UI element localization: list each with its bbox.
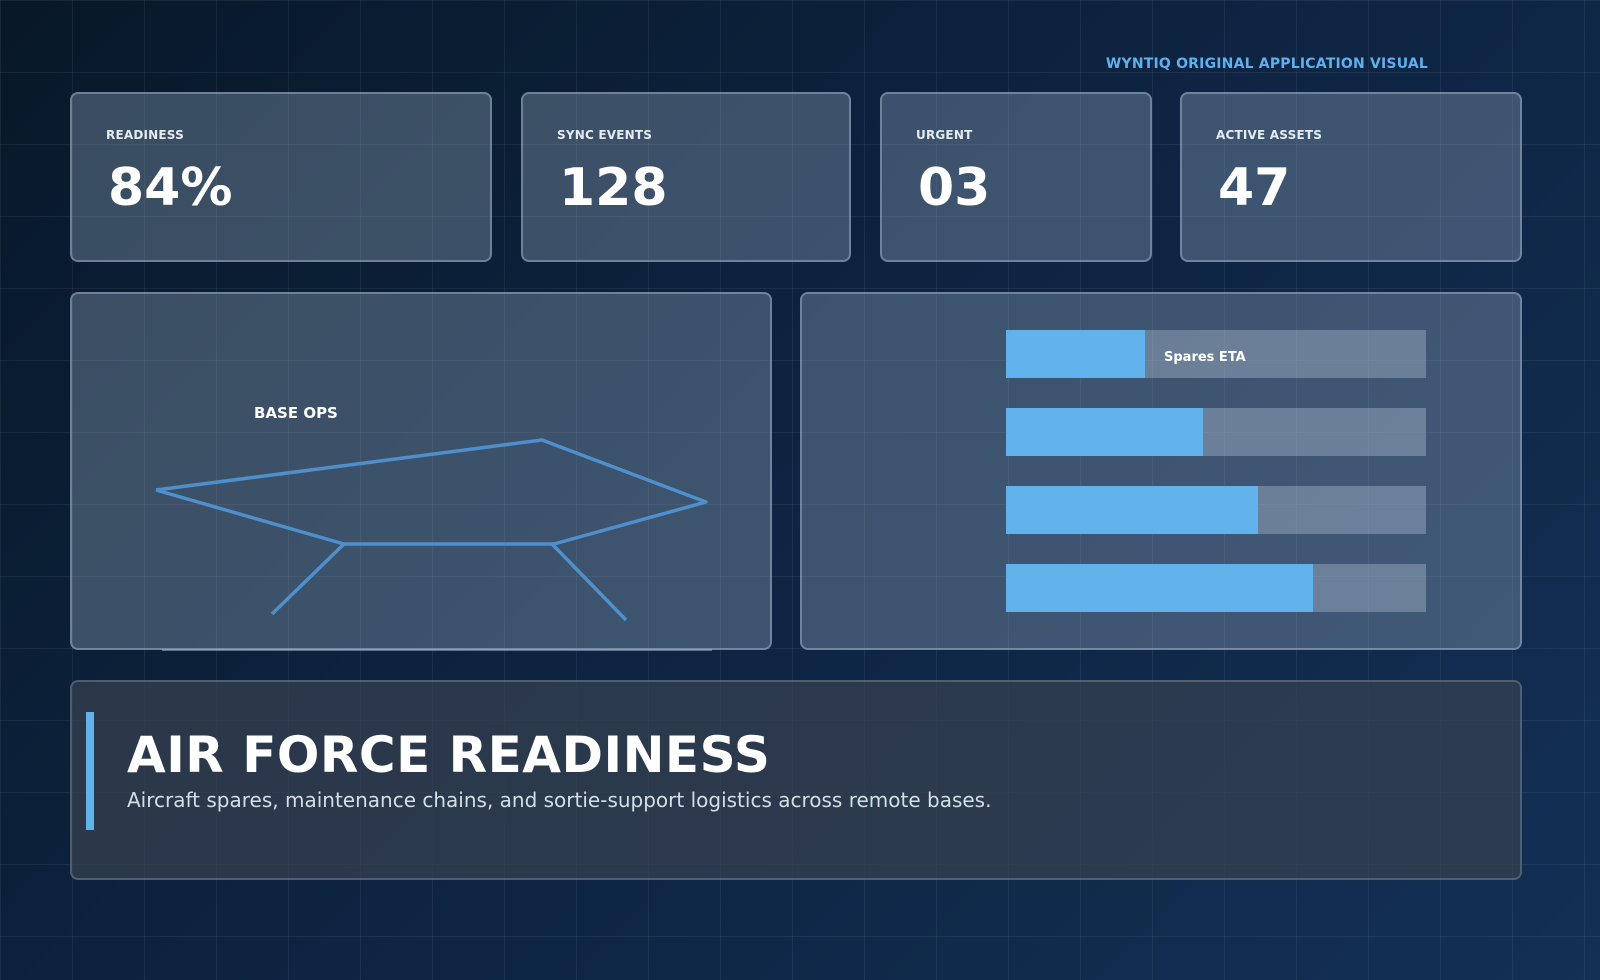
bar-fill bbox=[1006, 330, 1145, 378]
stat-value: 03 bbox=[918, 158, 991, 218]
stat-card-urgent: URGENT 03 bbox=[880, 92, 1152, 262]
base-ops-strut-left bbox=[270, 542, 346, 616]
base-ops-diagram bbox=[155, 438, 712, 651]
stat-card-sync-events: SYNC EVENTS 128 bbox=[521, 92, 851, 262]
bar-fill bbox=[1006, 564, 1313, 612]
hero-accent-bar bbox=[86, 712, 94, 830]
spares-eta-panel: Spares ETA bbox=[800, 292, 1522, 650]
stat-card-active-assets: ACTIVE ASSETS 47 bbox=[1180, 92, 1522, 262]
base-ops-panel: BASE OPS bbox=[70, 292, 772, 651]
brand-label: WYNTIQ ORIGINAL APPLICATION VISUAL bbox=[1105, 56, 1428, 72]
stat-value: 84% bbox=[108, 158, 233, 218]
bar-fill bbox=[1006, 486, 1258, 534]
base-ops-strut-right bbox=[550, 542, 628, 622]
bar-track bbox=[1006, 564, 1426, 612]
bar-fill bbox=[1006, 408, 1204, 456]
base-ops-label: BASE OPS bbox=[254, 404, 338, 422]
bar-track: Spares ETA bbox=[1006, 330, 1426, 378]
stat-card-readiness: READINESS 84% bbox=[70, 92, 492, 262]
stat-label: READINESS bbox=[106, 128, 184, 142]
stat-value: 128 bbox=[559, 158, 668, 218]
hero-banner: AIR FORCE READINESS Aircraft spares, mai… bbox=[70, 680, 1522, 880]
bar-track bbox=[1006, 408, 1426, 456]
page-title: AIR FORCE READINESS bbox=[127, 726, 771, 784]
base-ops-outline bbox=[155, 438, 708, 546]
stat-label: ACTIVE ASSETS bbox=[1216, 128, 1323, 142]
page-subtitle: Aircraft spares, maintenance chains, and… bbox=[127, 788, 992, 812]
stat-label: URGENT bbox=[916, 128, 973, 142]
stat-value: 47 bbox=[1218, 158, 1291, 218]
bar-track bbox=[1006, 486, 1426, 534]
bar-label: Spares ETA bbox=[1164, 350, 1246, 365]
stat-label: SYNC EVENTS bbox=[557, 128, 653, 142]
